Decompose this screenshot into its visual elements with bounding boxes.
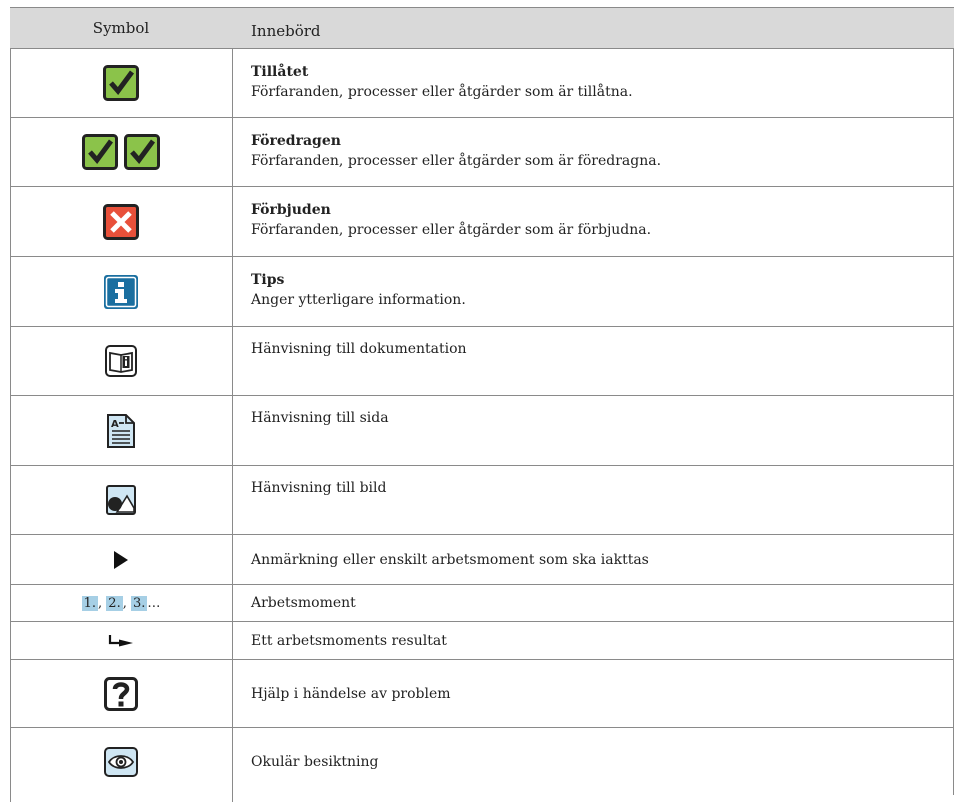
table-row: Tips Anger ytterligare information. <box>10 256 954 326</box>
row-description: Hänvisning till dokumentation <box>251 341 467 357</box>
table-row: Tillåtet Förfaranden, processer eller åt… <box>10 48 954 117</box>
table-row: Anmärkning eller enskilt arbetsmoment so… <box>10 534 954 584</box>
eye-inspection-icon <box>10 728 232 795</box>
step-numbers: 1., 2., 3.… <box>81 595 161 611</box>
table-row: Föredragen Förfaranden, processer eller … <box>10 117 954 186</box>
triangle-arrow-icon <box>10 535 232 584</box>
svg-text:A: A <box>111 419 119 430</box>
info-tip-icon <box>10 257 232 326</box>
table-row: Ett arbetsmoments resultat <box>10 621 954 659</box>
row-description: Förfaranden, processer eller åtgärder so… <box>251 222 652 238</box>
table-row: Förbjuden Förfaranden, processer eller å… <box>10 186 954 256</box>
row-title: Tillåtet <box>251 64 309 80</box>
table-row: Hänvisning till dokumentation <box>10 326 954 395</box>
step-ellipsis: … <box>147 595 161 611</box>
row-description: Arbetsmoment <box>251 595 356 611</box>
forbidden-x-icon <box>10 187 232 256</box>
question-help-icon <box>10 660 232 727</box>
table-row: Okulär besiktning <box>10 727 954 795</box>
row-description: Ett arbetsmoments resultat <box>251 633 447 649</box>
image-reference-icon <box>10 466 232 534</box>
row-description: Anmärkning eller enskilt arbetsmoment so… <box>251 552 649 568</box>
row-title: Förbjuden <box>251 202 331 218</box>
row-description: Okulär besiktning <box>251 754 379 770</box>
step-number: 1. <box>81 595 99 611</box>
row-description: Anger ytterligare information. <box>251 292 466 308</box>
row-title: Föredragen <box>251 133 341 149</box>
table-row: Hänvisning till bild <box>10 465 954 534</box>
table-header-row: Symbol Innebörd <box>10 7 954 48</box>
header-symbol: Symbol <box>92 19 150 37</box>
row-title: Tips <box>251 272 285 288</box>
row-description: Förfaranden, processer eller åtgärder so… <box>251 84 633 100</box>
row-description: Hjälp i händelse av problem <box>251 686 451 702</box>
step-number: 3. <box>130 595 148 611</box>
step-number: 2. <box>106 595 123 611</box>
double-checkbox-checked-icon <box>10 118 232 186</box>
header-content: Innebörd <box>251 22 321 40</box>
row-description: Hänvisning till sida <box>251 410 389 426</box>
row-description: Förfaranden, processer eller åtgärder so… <box>251 153 662 169</box>
row-description: Hänvisning till bild <box>251 480 387 496</box>
checkbox-checked-icon <box>10 49 232 117</box>
table-row: Hjälp i händelse av problem <box>10 659 954 727</box>
page-reference-icon: A <box>10 396 232 465</box>
table-row: A Hänvisning till sida <box>10 395 954 465</box>
result-arrow-icon <box>10 622 232 659</box>
book-reference-icon <box>10 327 232 395</box>
table-row: 1., 2., 3.… Arbetsmoment <box>10 584 954 621</box>
